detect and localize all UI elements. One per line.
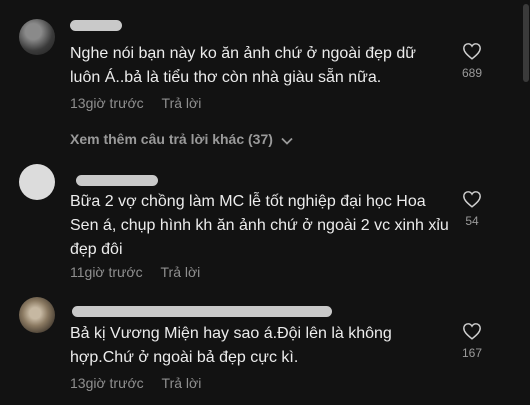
avatar[interactable]: [19, 297, 55, 333]
like-button[interactable]: 167: [454, 322, 490, 360]
comment-text: Bả kị Vương Miện hay sao á.Đội lên là kh…: [70, 325, 392, 366]
comment-timestamp: 13giờ trước: [70, 375, 144, 391]
scrollbar[interactable]: [522, 0, 530, 405]
heart-outline-icon[interactable]: [462, 322, 482, 340]
like-count: 167: [461, 346, 483, 360]
comment-item: Bả kị Vương Miện hay sao á.Đội lên là kh…: [0, 0, 520, 405]
comment-list: Nghe nói bạn này ko ăn ảnh chứ ở ngoài đ…: [0, 0, 530, 405]
reply-button[interactable]: Trả lời: [162, 375, 202, 391]
scrollbar-thumb[interactable]: [523, 4, 529, 82]
comment-meta: 13giờ trước Trả lời: [70, 375, 201, 391]
username-redacted[interactable]: [72, 306, 332, 317]
